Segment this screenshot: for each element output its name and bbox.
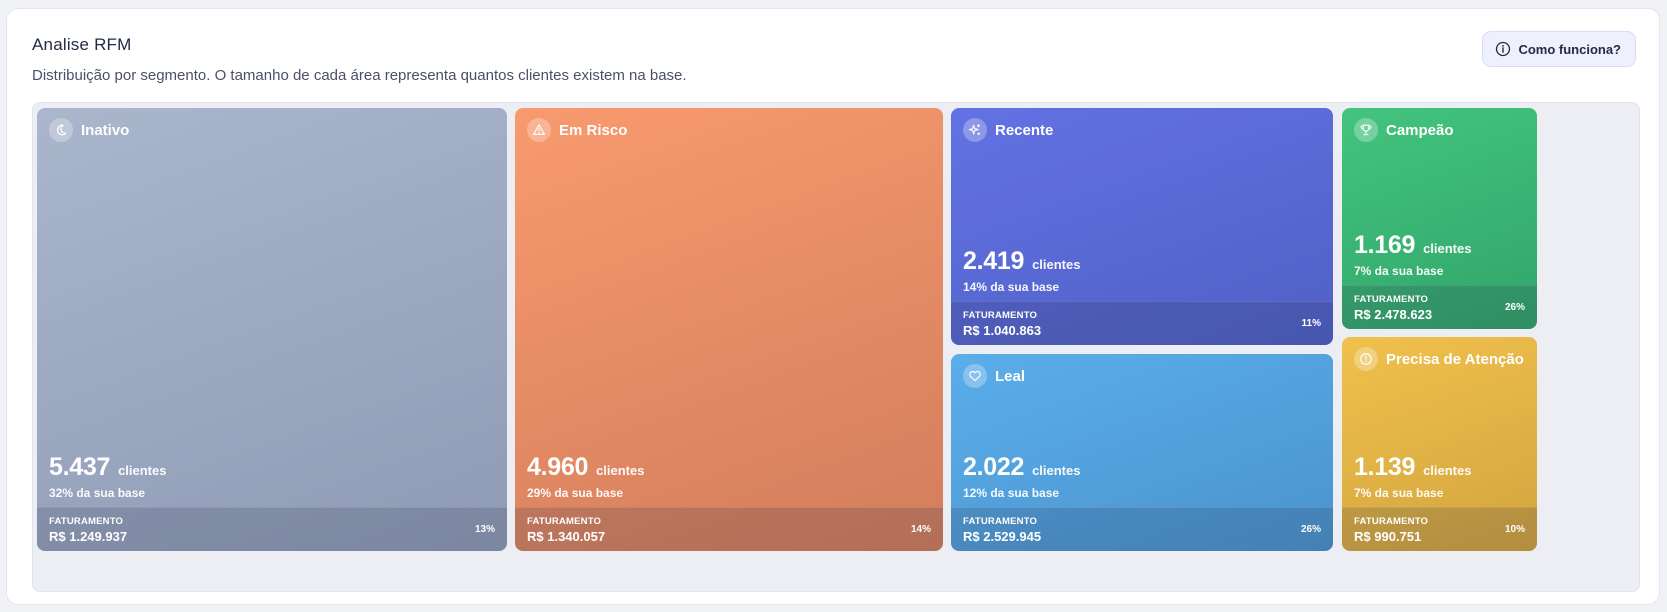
segment-name: Precisa de Atenção [1386,350,1524,368]
segment-count: 2.419 [963,247,1025,275]
segment-revenue-footer: FATURAMENTO R$ 990.751 10% [1342,507,1537,551]
revenue-label: FATURAMENTO [527,516,602,527]
revenue-value: R$ 990.751 [1354,529,1422,544]
revenue-label: FATURAMENTO [1354,516,1429,527]
segment-name: Inativo [81,121,130,139]
revenue-value: R$ 2.529.945 [963,529,1042,544]
segment-share: 12% da sua base [963,486,1060,500]
segment-revenue-footer: FATURAMENTO R$ 2.529.945 26% [951,507,1333,551]
revenue-percent: 26% [1300,524,1321,535]
segment-tile-campeao[interactable]: Campeão 1.169 clientes 7% da sua base FA… [1342,108,1537,329]
revenue-value: R$ 1.249.937 [49,529,128,544]
segment-tile-leal[interactable]: Leal 2.022 clientes 12% da sua base FATU… [951,354,1333,551]
segment-share: 7% da sua base [1354,264,1444,278]
warning-icon [527,118,551,142]
segment-share: 14% da sua base [963,280,1060,294]
revenue-value: R$ 2.478.623 [1354,307,1433,322]
revenue-percent: 13% [474,524,495,535]
segment-revenue-footer: FATURAMENTO R$ 2.478.623 26% [1342,285,1537,329]
how-it-works-label: Como funciona? [1518,41,1621,57]
revenue-label: FATURAMENTO [963,310,1038,321]
segment-revenue-footer: FATURAMENTO R$ 1.040.863 11% [951,301,1333,345]
segment-count: 1.169 [1354,231,1416,259]
alert-circle-icon [1354,347,1378,371]
segment-count-unit: clientes [1032,463,1081,478]
segment-tile-inativo[interactable]: Inativo 5.437 clientes 32% da sua base F… [37,108,507,551]
segment-tile-precisa-de-atencao[interactable]: Precisa de Atenção 1.139 clientes 7% da … [1342,337,1537,551]
segment-count: 2.022 [963,453,1025,481]
segment-count-unit: clientes [118,463,167,478]
rfm-analysis-card: Analise RFM Distribuição por segmento. O… [6,8,1660,605]
revenue-label: FATURAMENTO [963,516,1038,527]
segment-tile-em-risco[interactable]: Em Risco 4.960 clientes 29% da sua base … [515,108,943,551]
segment-name: Leal [995,367,1026,385]
segment-count-unit: clientes [596,463,645,478]
revenue-percent: 11% [1301,318,1321,329]
segment-share: 7% da sua base [1354,486,1444,500]
segment-count-unit: clientes [1423,241,1472,256]
how-it-works-button[interactable]: Como funciona? [1482,31,1636,67]
segment-tile-recente[interactable]: Recente 2.419 clientes 14% da sua base F… [951,108,1333,345]
rfm-treemap: Inativo 5.437 clientes 32% da sua base F… [32,102,1640,592]
segment-count-unit: clientes [1032,257,1081,272]
heart-icon [963,364,987,388]
page-title: Analise RFM [32,35,132,54]
revenue-percent: 14% [910,524,931,535]
info-icon [1496,41,1511,57]
segment-revenue-footer: FATURAMENTO R$ 1.249.937 13% [37,507,507,551]
revenue-label: FATURAMENTO [49,516,124,527]
segment-name: Em Risco [559,121,628,139]
segment-name: Campeão [1386,121,1454,139]
page-subtitle: Distribuição por segmento. O tamanho de … [32,67,687,84]
segment-count: 1.139 [1354,453,1416,481]
revenue-percent: 26% [1504,302,1525,313]
segment-name: Recente [995,121,1054,139]
segment-count: 4.960 [527,453,589,481]
trophy-icon [1354,118,1378,142]
segment-share: 32% da sua base [49,486,146,500]
moon-icon [49,118,73,142]
revenue-percent: 10% [1504,524,1525,535]
sparkles-icon [963,118,987,142]
segment-revenue-footer: FATURAMENTO R$ 1.340.057 14% [515,507,943,551]
revenue-value: R$ 1.040.863 [963,323,1042,338]
revenue-label: FATURAMENTO [1354,294,1429,305]
segment-count-unit: clientes [1423,463,1472,478]
revenue-value: R$ 1.340.057 [527,529,606,544]
segment-count: 5.437 [49,453,111,481]
segment-share: 29% da sua base [527,486,624,500]
